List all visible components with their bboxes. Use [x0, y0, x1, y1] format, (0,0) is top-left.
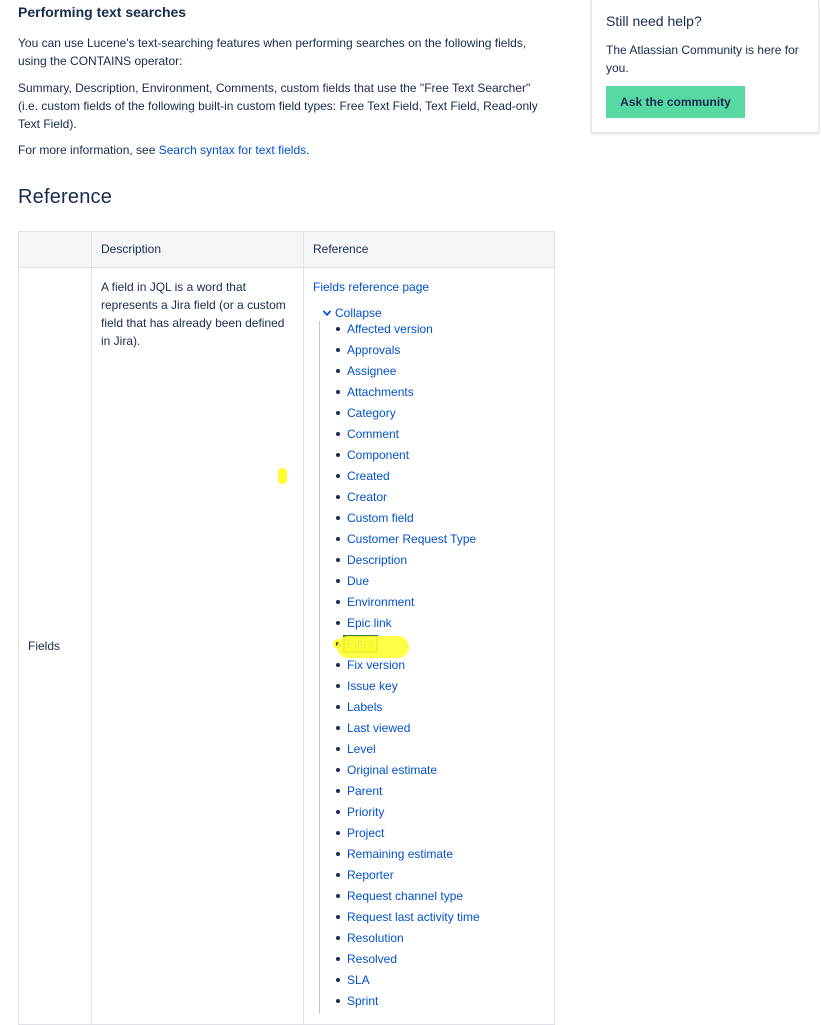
field-link[interactable]: Last viewed [347, 721, 410, 735]
list-item: Issue key [336, 678, 545, 699]
field-link[interactable]: Assignee [347, 364, 396, 378]
field-link[interactable]: Project [347, 826, 384, 840]
list-item: Sprint [336, 993, 545, 1014]
list-item: Request last activity time [336, 909, 545, 930]
list-item: Last viewed [336, 720, 545, 741]
field-link[interactable]: Category [347, 406, 396, 420]
field-link[interactable]: Epic link [347, 616, 392, 630]
chevron-down-icon [322, 310, 332, 317]
header-empty [18, 231, 92, 268]
field-link[interactable]: Request last activity time [347, 910, 480, 924]
field-link[interactable]: Issue key [347, 679, 398, 693]
field-link[interactable]: Labels [347, 700, 382, 714]
list-item: Original estimate [336, 762, 545, 783]
field-link[interactable]: Creator [347, 490, 387, 504]
list-item: Category [336, 405, 545, 426]
collapse-toggle[interactable]: Collapse [322, 305, 545, 321]
list-item: Fix version [336, 657, 545, 678]
row-label-fields: Fields [28, 639, 61, 653]
text-search-fields: Summary, Description, Environment, Comme… [18, 81, 538, 131]
list-item: Description [336, 552, 545, 573]
field-link[interactable]: Customer Request Type [347, 532, 476, 546]
list-item: Created [336, 468, 545, 489]
list-item: Resolution [336, 930, 545, 951]
text-search-intro: You can use Lucene's text-searching feat… [18, 36, 527, 68]
row-label-cell: Fields [18, 267, 92, 1025]
more-info-prefix: For more information, see [18, 143, 159, 157]
reference-heading: Reference [18, 186, 113, 208]
field-link[interactable]: Fix version [347, 658, 405, 672]
list-item: Attachments [336, 384, 545, 405]
list-item: Affected version [336, 321, 545, 342]
field-link[interactable]: Priority [347, 805, 384, 819]
list-item: Approvals [336, 342, 545, 363]
field-link[interactable]: Description [347, 553, 407, 567]
search-syntax-link[interactable]: Search syntax for text fields [159, 143, 306, 157]
list-item: Comment [336, 426, 545, 447]
field-link[interactable]: SLA [347, 973, 370, 987]
help-title: Still need help? [606, 13, 702, 29]
list-item: Parent [336, 783, 545, 804]
list-item: Priority [336, 804, 545, 825]
list-item: Custom field [336, 510, 545, 531]
reference-table: Description Reference Fields A field in … [18, 231, 555, 1025]
fields-reference-link[interactable]: Fields reference page [313, 278, 545, 296]
more-info-suffix: . [306, 143, 310, 157]
field-link[interactable]: Custom field [347, 511, 414, 525]
field-link[interactable]: Component [347, 448, 409, 462]
help-panel: Still need help? The Atlassian Community… [591, 0, 819, 133]
table-header-row: Description Reference [18, 231, 555, 268]
list-item: Environment [336, 594, 545, 615]
field-link[interactable]: Level [347, 742, 376, 756]
ask-community-button[interactable]: Ask the community [606, 86, 745, 118]
list-item: Creator [336, 489, 545, 510]
list-item: Resolved [336, 951, 545, 972]
list-item: Component [336, 447, 545, 468]
help-text: The Atlassian Community is here for you. [606, 43, 799, 75]
collapse-label: Collapse [335, 306, 382, 320]
list-item: Reporter [336, 867, 545, 888]
header-reference: Reference [303, 231, 555, 268]
field-list: Affected version Approvals Assignee Attachm… [319, 321, 545, 1014]
list-item: SLA [336, 972, 545, 993]
field-link[interactable]: Sprint [347, 994, 378, 1008]
list-item: Epic link [336, 615, 545, 636]
list-item: Due [336, 573, 545, 594]
list-item: Request channel type [336, 888, 545, 909]
more-info: For more information, see Search syntax … [18, 141, 553, 159]
field-link[interactable]: Comment [347, 427, 399, 441]
list-item: Customer Request Type [336, 531, 545, 552]
fields-description: A field in JQL is a word that represents… [91, 267, 304, 1025]
list-item: Level [336, 741, 545, 762]
field-link[interactable]: Remaining estimate [347, 847, 453, 861]
field-link[interactable]: Original estimate [347, 763, 437, 777]
table-row: Fields A field in JQL is a word that rep… [18, 267, 555, 1025]
list-item: Assignee [336, 363, 545, 384]
text-search-title: Performing text searches [18, 4, 187, 20]
highlight-mark [278, 468, 287, 484]
list-item: Project [336, 825, 545, 846]
highlight-mark-filter [337, 636, 409, 658]
field-link[interactable]: Request channel type [347, 889, 463, 903]
header-description: Description [91, 231, 304, 268]
field-link[interactable]: Reporter [347, 868, 394, 882]
list-item: Remaining estimate [336, 846, 545, 867]
list-item: Labels [336, 699, 545, 720]
field-link[interactable]: Approvals [347, 343, 400, 357]
field-link[interactable]: Affected version [347, 322, 433, 336]
field-link[interactable]: Resolution [347, 931, 404, 945]
field-link[interactable]: Resolved [347, 952, 397, 966]
field-link[interactable]: Created [347, 469, 390, 483]
field-link[interactable]: Due [347, 574, 369, 588]
field-link[interactable]: Parent [347, 784, 382, 798]
field-link[interactable]: Attachments [347, 385, 414, 399]
field-link[interactable]: Environment [347, 595, 414, 609]
